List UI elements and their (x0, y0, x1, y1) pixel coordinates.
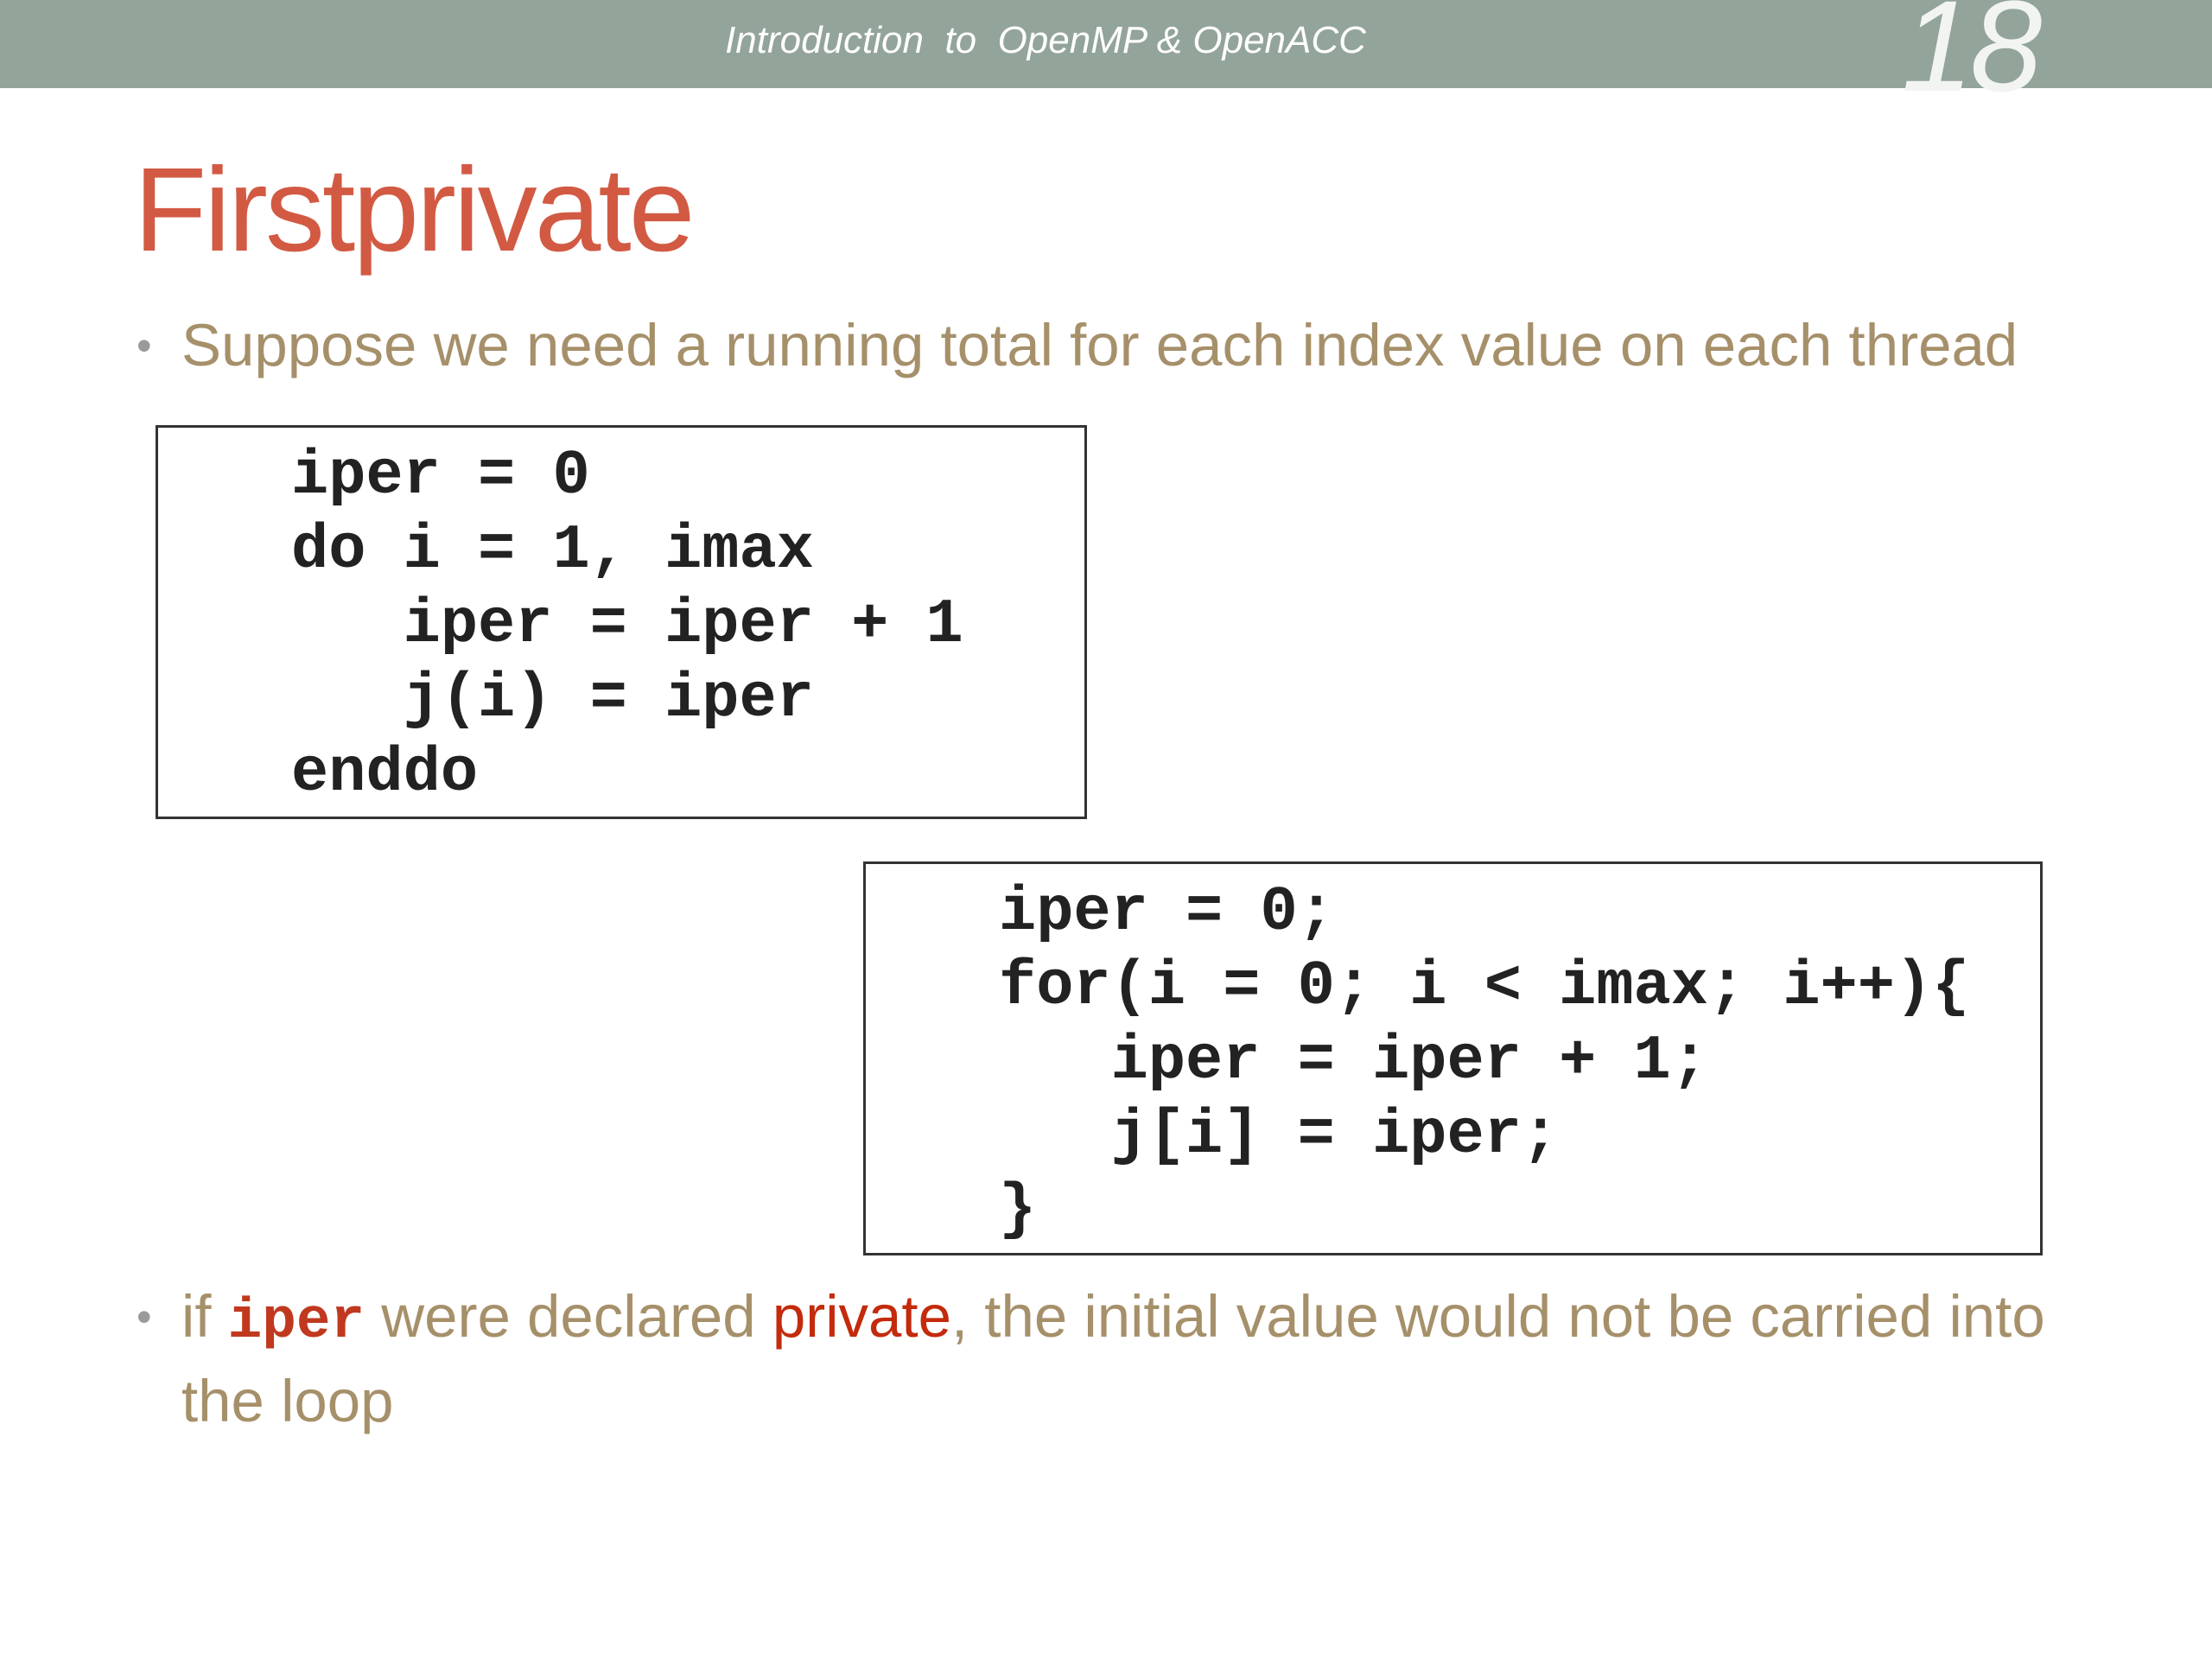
code-line: j(i) = iper (291, 664, 814, 734)
bullet-text: if iper were declared private, the initi… (181, 1277, 2089, 1441)
slide-title: Firstprivate (134, 143, 695, 276)
c-code-box: iper = 0; for(i = 0; i < imax; i++){ ipe… (863, 861, 2043, 1255)
code-line: iper = 0; (999, 877, 1335, 948)
code-line: do i = 1, imax (291, 515, 814, 586)
highlight-private: private (772, 1283, 951, 1350)
bullet-middle: were declared (365, 1283, 772, 1350)
code-line: for(i = 0; i < imax; i++){ (999, 951, 1970, 1022)
fortran-code-box: iper = 0 do i = 1, imax iper = iper + 1 … (156, 425, 1087, 819)
header-title: Introduction to OpenMP & OpenACC (725, 19, 1366, 61)
inline-code-iper: iper (227, 1289, 365, 1354)
code-line: } (999, 1174, 1037, 1245)
bullet-dot-icon: • (137, 321, 152, 370)
bullet-prefix: if (181, 1283, 228, 1350)
code-line: iper = 0 (291, 441, 590, 512)
bullet-private-note: • if iper were declared private, the ini… (137, 1277, 2089, 1441)
code-line: iper = iper + 1 (291, 589, 963, 660)
slide-number: 18 (1901, 0, 2043, 118)
bullet-text: Suppose we need a running total for each… (181, 312, 2018, 378)
header-bar: Introduction to OpenMP & OpenACC 18 (0, 0, 2212, 111)
code-line: iper = iper + 1; (999, 1026, 1708, 1096)
code-line: enddo (291, 738, 479, 809)
bullet-dot-icon: • (137, 1293, 152, 1341)
code-line: j[i] = iper; (999, 1100, 1560, 1171)
bullet-running-total: • Suppose we need a running total for ea… (137, 306, 2018, 385)
